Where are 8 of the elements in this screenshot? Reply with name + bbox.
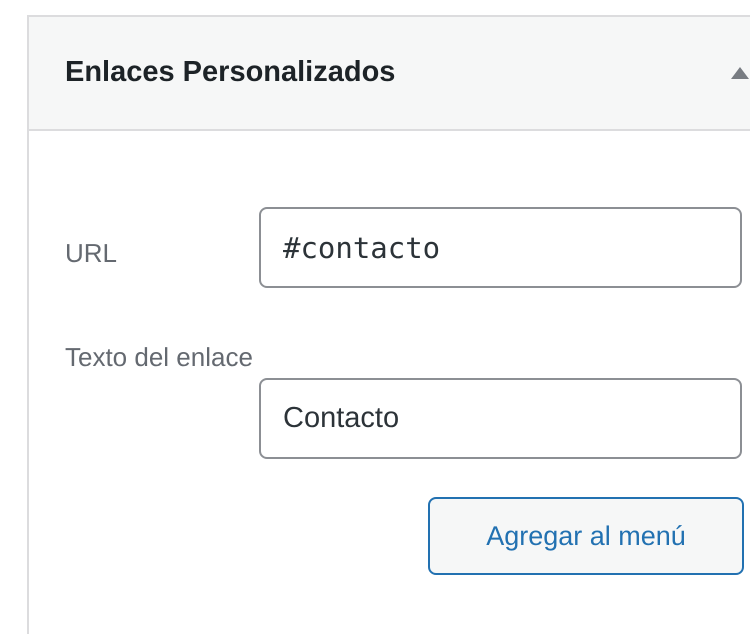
collapse-arrow-icon[interactable] [731, 67, 749, 79]
panel-title: Enlaces Personalizados [65, 55, 396, 90]
field-label: Texto del enlace [65, 342, 253, 372]
field-label: URL [65, 238, 118, 268]
url-field[interactable]: #contacto [259, 207, 742, 288]
panel-header[interactable]: Enlaces Personalizados [29, 17, 750, 131]
link-text-field[interactable]: Contacto [259, 378, 742, 459]
add-to-menu-button[interactable]: Agregar al menú [428, 497, 744, 575]
